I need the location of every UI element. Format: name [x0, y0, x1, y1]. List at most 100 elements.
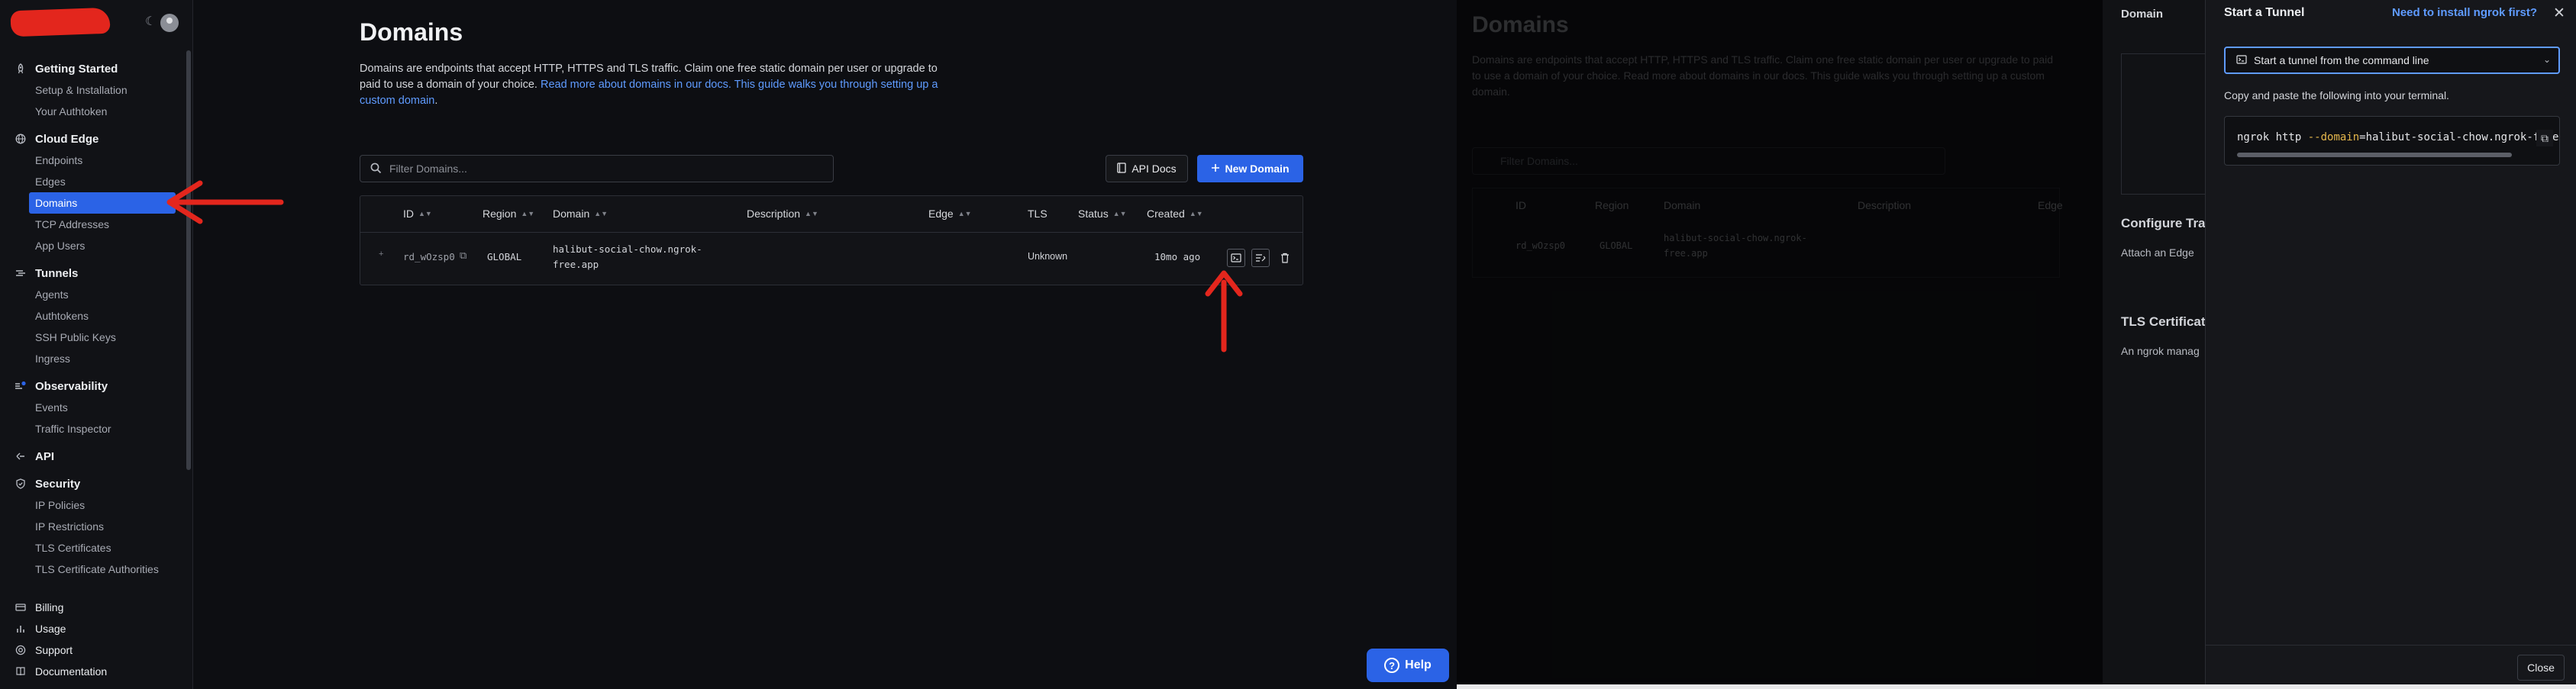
sidebar-section-api: API	[0, 446, 183, 467]
column-header-created[interactable]: Created ▲▼	[1147, 208, 1203, 220]
help-button[interactable]: ? Help	[1367, 649, 1449, 682]
command-code-block[interactable]: ngrok http --domain=halibut-social-chow.…	[2224, 116, 2560, 166]
sidebar-item-endpoints[interactable]: Endpoints	[0, 150, 183, 171]
sidebar-item-tls-certificates[interactable]: TLS Certificates	[0, 537, 183, 559]
sidebar-item-support[interactable]: Support	[0, 639, 183, 661]
delete-domain-button[interactable]	[1276, 249, 1294, 267]
sidebar-item-agents[interactable]: Agents	[0, 284, 183, 305]
sidebar-head-observability[interactable]: Observability	[0, 375, 183, 397]
avatar[interactable]	[160, 14, 179, 32]
sidebar-head-getting-started[interactable]: Getting Started	[0, 58, 183, 79]
sidebar-item-traffic-inspector[interactable]: Traffic Inspector	[0, 418, 183, 439]
sidebar-item-app-users[interactable]: App Users	[0, 235, 183, 256]
column-header-region[interactable]: Region ▲▼	[483, 208, 534, 220]
close-button[interactable]: Close	[2517, 655, 2565, 681]
sidebar-item-label: Usage	[35, 623, 66, 635]
tunnel-method-value: Start a tunnel from the command line	[2254, 54, 2429, 66]
api-docs-button[interactable]: API Docs	[1106, 155, 1188, 182]
filter-domains	[360, 155, 834, 182]
shield-icon	[14, 477, 27, 491]
sidebar-item-domains[interactable]: Domains	[29, 192, 176, 214]
column-header-domain[interactable]: Domain ▲▼	[553, 208, 608, 220]
sidebar-item-ip-policies[interactable]: IP Policies	[0, 494, 183, 516]
card-icon	[14, 600, 27, 614]
sidebar-item-billing[interactable]: Billing	[0, 597, 183, 618]
sidebar-scrollbar[interactable]	[186, 50, 191, 470]
sidebar-head-cloud-edge[interactable]: Cloud Edge	[0, 128, 183, 150]
sidebar-item-tls-certificate-authorities[interactable]: TLS Certificate Authorities	[0, 559, 183, 580]
table-row[interactable]: + rd_wOzsp0 ⧉ GLOBAL halibut-social-chow…	[360, 233, 1303, 285]
column-header-label: Region	[483, 208, 517, 220]
sort-icon: ▲▼	[1189, 210, 1203, 217]
column-header-description[interactable]: Description ▲▼	[747, 208, 818, 220]
install-ngrok-link[interactable]: Need to install ngrok first?	[2392, 6, 2537, 19]
sidebar-item-ingress[interactable]: Ingress	[0, 348, 183, 369]
sidebar-item-authtoken[interactable]: Your Authtoken	[0, 101, 183, 122]
plus-icon	[1211, 163, 1220, 175]
tunnel-method-select[interactable]: Start a tunnel from the command line ⌄	[2224, 47, 2560, 74]
column-header-tls[interactable]: TLS	[1028, 208, 1048, 220]
sidebar-item-usage[interactable]: Usage	[0, 618, 183, 639]
globe-icon	[14, 132, 27, 146]
copy-command-icon[interactable]: ⧉	[2536, 130, 2553, 146]
column-header-label: Edge	[928, 208, 954, 220]
sidebar-item-setup[interactable]: Setup & Installation	[0, 79, 183, 101]
copy-instruction: Copy and paste the following into your t…	[2224, 89, 2449, 101]
sidebar: ☾ Getting Started Setup & Installation Y…	[0, 0, 193, 689]
api-docs-label: API Docs	[1131, 163, 1177, 175]
copy-icon[interactable]: ⧉	[460, 250, 466, 262]
document-icon	[1117, 162, 1126, 175]
sidebar-head-security[interactable]: Security	[0, 473, 183, 494]
sort-icon: ▲▼	[521, 210, 535, 217]
domain-name-line1: halibut-social-chow.ngrok-	[553, 243, 702, 255]
domains-docs-link[interactable]: Read more about domains in our docs.	[541, 79, 731, 91]
sidebar-head-label: Cloud Edge	[35, 132, 99, 146]
sidebar-section-tunnels: Tunnels Agents Authtokens SSH Public Key…	[0, 262, 183, 369]
new-domain-label: New Domain	[1225, 163, 1290, 175]
domains-table: ID ▲▼ Region ▲▼ Domain ▲▼ Description ▲▼ Edg…	[360, 195, 1303, 285]
column-header-id[interactable]: ID ▲▼	[403, 208, 432, 220]
main-content: Domains Domains are endpoints that accep…	[193, 0, 1457, 689]
domain-name-line2: free.app	[553, 259, 599, 270]
sidebar-head-tunnels[interactable]: Tunnels	[0, 262, 183, 284]
sidebar-item-authtokens[interactable]: Authtokens	[0, 305, 183, 327]
sidebar-item-label: Documentation	[35, 665, 108, 678]
sidebar-item-documentation[interactable]: Documentation	[0, 661, 183, 682]
sidebar-head-label: API	[35, 449, 55, 463]
sidebar-item-label: Support	[35, 644, 73, 656]
code-horizontal-scrollbar[interactable]	[2237, 153, 2512, 157]
expand-icon[interactable]: +	[379, 250, 383, 259]
moon-icon[interactable]: ☾	[145, 15, 159, 29]
start-tunnel-button[interactable]	[1227, 249, 1245, 267]
sidebar-section-bottom: Billing Usage Support Documentation	[0, 597, 183, 682]
column-header-edge[interactable]: Edge ▲▼	[928, 208, 972, 220]
close-icon[interactable]: ✕	[2553, 5, 2565, 22]
domain-created: 10mo ago	[1154, 251, 1201, 262]
new-domain-button[interactable]: New Domain	[1197, 155, 1303, 182]
domain-panel-title: Domain	[2121, 8, 2164, 21]
sidebar-item-edges[interactable]: Edges	[0, 171, 183, 192]
sidebar-section-security: Security IP Policies IP Restrictions TLS…	[0, 473, 183, 580]
filter-domains-input[interactable]	[389, 163, 817, 175]
column-header-status[interactable]: Status ▲▼	[1078, 208, 1127, 220]
terminal-icon	[2236, 54, 2247, 66]
tls-text: An ngrok manag	[2121, 345, 2200, 357]
edit-list-icon	[1256, 254, 1266, 262]
sidebar-head-api[interactable]: API	[0, 446, 183, 467]
edit-domain-button[interactable]	[1251, 249, 1270, 267]
sidebar-head-label: Getting Started	[35, 62, 118, 76]
sort-icon: ▲▼	[418, 210, 432, 217]
terminal-icon	[1231, 253, 1241, 262]
sidebar-item-tcp-addresses[interactable]: TCP Addresses	[0, 214, 183, 235]
sidebar-item-ip-restrictions[interactable]: IP Restrictions	[0, 516, 183, 537]
sort-icon: ▲▼	[957, 210, 972, 217]
sort-icon: ▲▼	[594, 210, 608, 217]
sidebar-item-label: Billing	[35, 601, 64, 613]
sidebar-item-events[interactable]: Events	[0, 397, 183, 418]
sidebar-item-ssh-public-keys[interactable]: SSH Public Keys	[0, 327, 183, 348]
column-header-label: ID	[403, 208, 414, 220]
tls-heading: TLS Certificat	[2121, 314, 2206, 329]
left-pane: ☾ Getting Started Setup & Installation Y…	[0, 0, 1457, 689]
redacted-account-name	[10, 7, 111, 37]
table-header: ID ▲▼ Region ▲▼ Domain ▲▼ Description ▲▼ Edg…	[360, 196, 1303, 233]
